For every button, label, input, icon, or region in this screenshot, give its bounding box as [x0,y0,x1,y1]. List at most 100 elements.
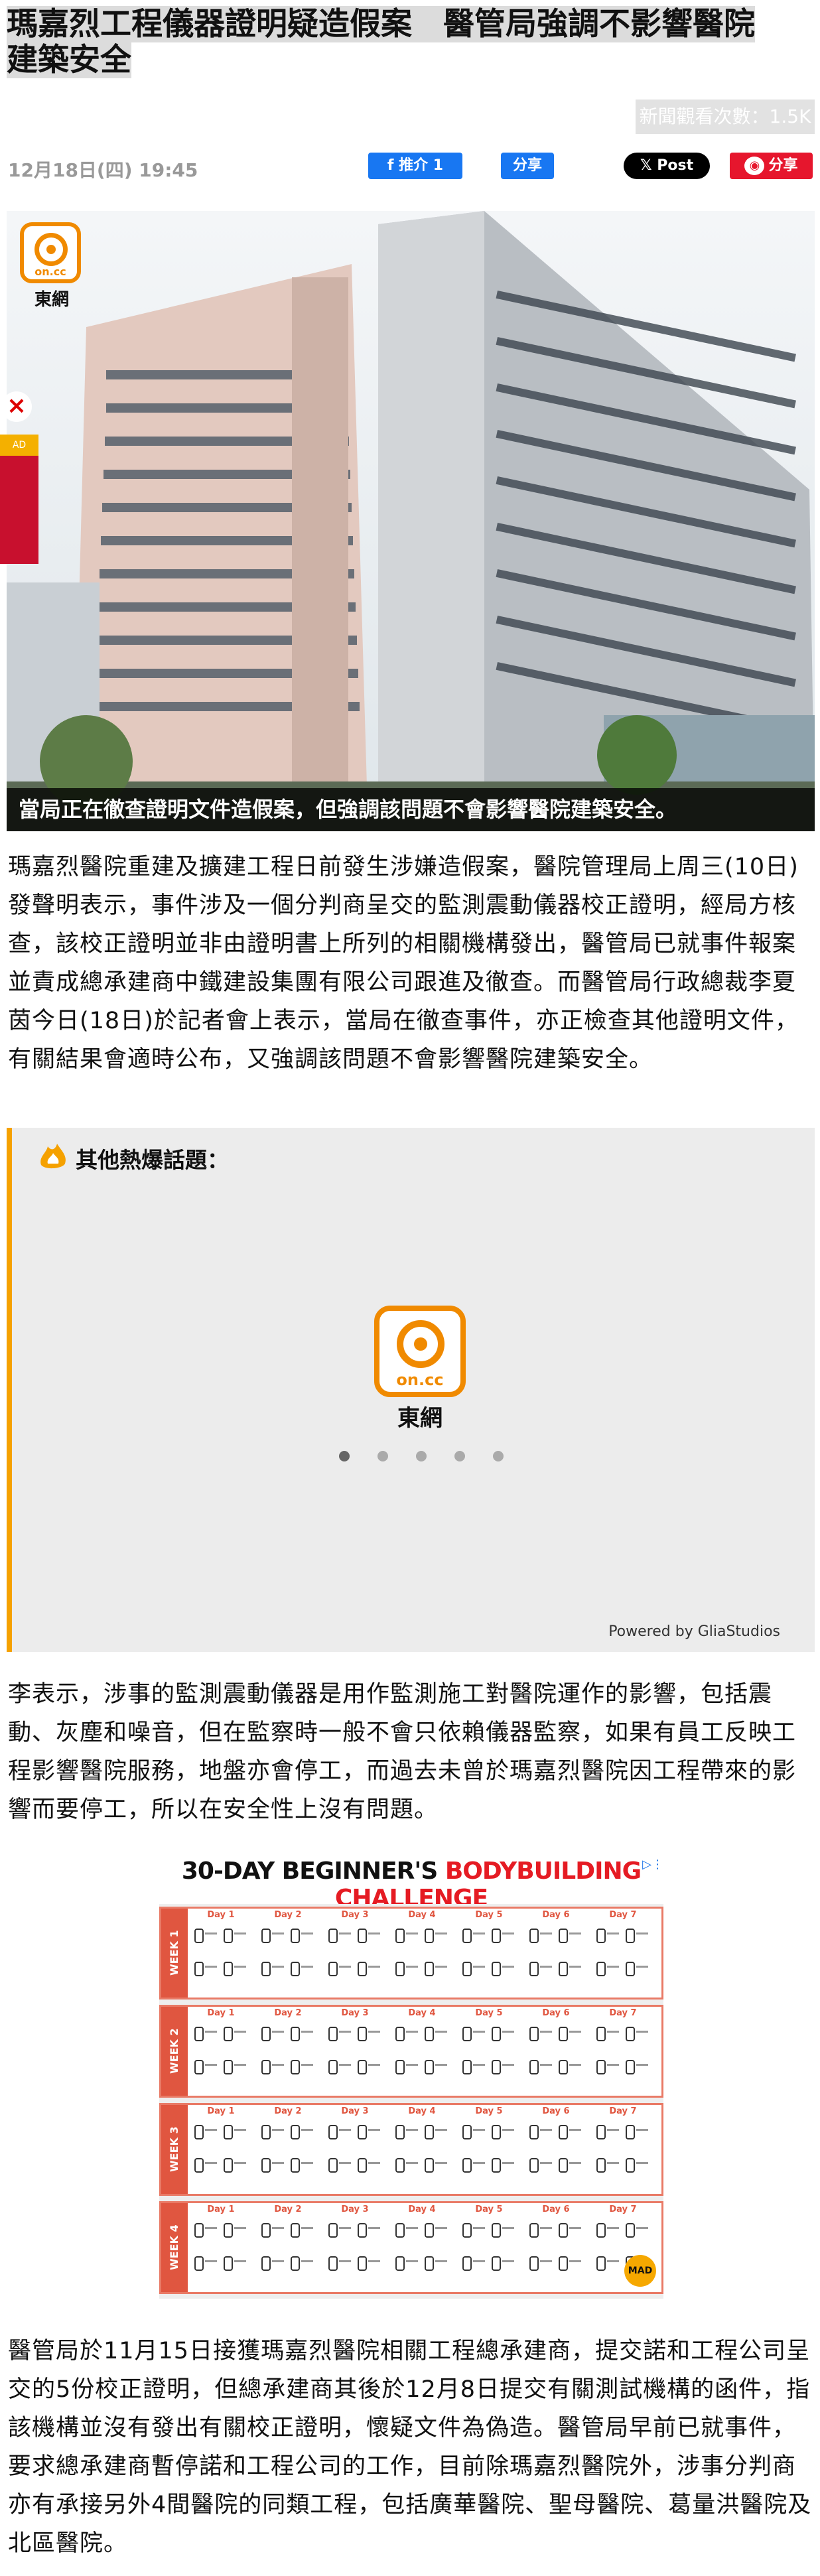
exercise-figure-icon [559,2125,568,2139]
exercise-text-line [406,2064,418,2066]
exercise-figure-icon [358,2125,367,2139]
exercise-figure-icon [358,2223,367,2238]
exercise-text-line [272,2162,284,2164]
exercise-figure-icon [291,2125,300,2139]
exercise-text-line [473,2064,485,2066]
exercise-figure-icon [626,2158,635,2173]
ad-choices-icon[interactable]: ▷⋮ [642,1858,663,1871]
x-post-label: Post [657,157,694,174]
ad-day-label: Day 7 [609,1910,637,1920]
exercise-text-line [502,1932,514,1934]
ad-day-label: Day 2 [274,2204,302,2214]
exercise-text-line [368,2129,380,2131]
exercise-figure-icon [358,1929,367,1943]
carousel-dot[interactable] [339,1451,350,1461]
hot-topics-logo: on.cc 東網 [374,1306,466,1432]
ad-week-row: WEEK 3 Day 1 Day 2 Day 3 Day 4 Day 5 Day 6 Day … [159,2103,663,2196]
exercise-figure-icon [328,2158,338,2173]
ad-exercise-cell [190,2121,251,2193]
facebook-icon: f [387,157,399,174]
hot-topics-widget: 其他熱爆話題： on.cc 東網 Powered by GliaStudios [7,1128,815,1652]
exercise-figure-icon [529,2027,539,2041]
exercise-figure-icon [194,1962,204,1976]
weibo-share-button[interactable]: ◉ 分享 [730,153,813,179]
exercise-figure-icon [328,2027,338,2041]
oncc-logo-icon: on.cc [20,222,81,283]
carousel-dot[interactable] [454,1451,465,1461]
exercise-figure-icon [596,1962,606,1976]
exercise-text-line [473,2162,485,2164]
exercise-text-line [607,2031,619,2033]
exercise-text-line [473,1932,485,1934]
exercise-text-line [234,2129,246,2131]
exercise-text-line [406,2227,418,2229]
ad-exercise-cell [190,2219,251,2291]
carousel-dot[interactable] [493,1451,504,1461]
ad-day-label: Day 4 [408,2106,436,2116]
hero-image [7,211,815,831]
exercise-text-line [234,2227,246,2229]
exercise-figure-icon [395,2125,405,2139]
article-paragraph-2: 李表示，涉事的監測震動儀器是用作監測施工對醫院運作的影響，包括震動、灰塵和噪音，… [8,1681,797,1823]
close-icon[interactable]: × [1,391,32,422]
ad-day-label: Day 4 [408,2204,436,2214]
exercise-text-line [473,1966,485,1968]
ad-day-label: Day 5 [475,2106,503,2116]
facebook-share-button[interactable]: 分享 [501,153,554,179]
ad-week-label: WEEK 1 [161,1909,188,1998]
exercise-text-line [205,2162,217,2164]
ad-exercise-cell [391,2219,452,2291]
exercise-figure-icon [395,2027,405,2041]
oncc-logo-icon: on.cc [374,1306,466,1397]
carousel-dot[interactable] [416,1451,427,1461]
facebook-like-button[interactable]: f 推介 1 [368,153,462,179]
ad-exercise-cell [190,1925,251,1996]
exercise-figure-icon [559,1962,568,1976]
view-count: 新聞觀看次數：1.5K [636,100,815,134]
exercise-text-line [272,2260,284,2262]
exercise-figure-icon [261,2060,271,2074]
exercise-figure-icon [492,2256,501,2271]
exercise-text-line [502,2129,514,2131]
article-title: 瑪嘉烈工程儀器證明疑造假案 醫管局強調不影響醫院 建築安全 [7,6,815,78]
facebook-share-label: 分享 [512,157,542,174]
exercise-text-line [473,2031,485,2033]
ad-day-label: Day 4 [408,2008,436,2018]
ad-day-label: Day 3 [341,2106,369,2116]
ad-day-label: Day 3 [341,2204,369,2214]
exercise-figure-icon [291,1962,300,1976]
exercise-text-line [502,2064,514,2066]
exercise-text-line [435,2031,447,2033]
ad-exercise-cell [257,2121,318,2193]
exercise-text-line [272,2129,284,2131]
exercise-figure-icon [596,2125,606,2139]
carousel-dot[interactable] [377,1451,388,1461]
exercise-text-line [234,2260,246,2262]
exercise-text-line [339,2129,351,2131]
exercise-text-line [569,2162,581,2164]
exercise-text-line [205,1932,217,1934]
exercise-figure-icon [328,2125,338,2139]
exercise-figure-icon [559,2256,568,2271]
exercise-text-line [406,1966,418,1968]
exercise-figure-icon [529,2158,539,2173]
exercise-text-line [502,2031,514,2033]
exercise-text-line [272,2064,284,2066]
ad-exercise-cell [324,2121,385,2193]
x-post-button[interactable]: 𝕏 Post [624,153,710,179]
exercise-figure-icon [425,2125,434,2139]
ad-exercise-cell [525,2121,586,2193]
side-ad-banner[interactable]: AD [0,435,38,564]
exercise-figure-icon [559,2223,568,2238]
ad-day-label: Day 7 [609,2008,637,2018]
exercise-text-line [435,2260,447,2262]
powered-by-label[interactable]: Powered by GliaStudios [608,1623,780,1640]
exercise-text-line [502,1966,514,1968]
exercise-text-line [301,2162,313,2164]
bodybuilding-ad[interactable]: ▷⋮ 30-DAY BEGINNER'S BODYBUILDING CHALLE… [159,1858,663,2299]
ad-day-label: Day 5 [475,2008,503,2018]
exercise-figure-icon [462,1929,472,1943]
exercise-text-line [205,2031,217,2033]
oncc-logo: on.cc 東網 [20,222,93,310]
exercise-text-line [406,2031,418,2033]
